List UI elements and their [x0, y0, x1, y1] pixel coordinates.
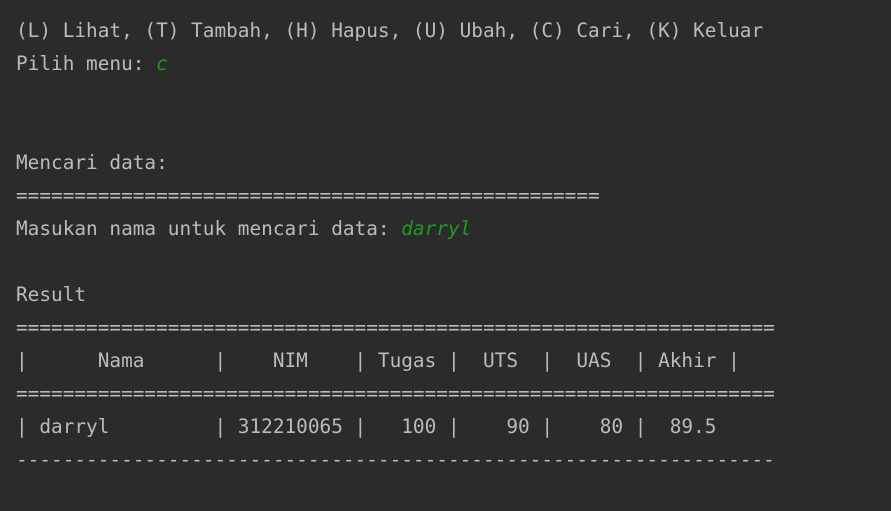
menu-prompt-line: Pilih menu: c — [16, 47, 891, 80]
table-header-separator: ========================================… — [16, 382, 775, 405]
table-top-separator: ========================================… — [16, 316, 775, 339]
search-prompt-text: Masukan nama untuk mencari data: — [16, 217, 402, 240]
table-row: | darryl | 312210065 | 100 | 90 | 80 | 8… — [16, 415, 717, 438]
search-separator: ========================================… — [16, 184, 600, 207]
menu-prompt-text: Pilih menu: — [16, 52, 157, 75]
menu-user-input: c — [156, 52, 168, 75]
search-heading: Mencari data: — [16, 151, 168, 174]
search-user-input: darryl — [401, 217, 472, 240]
run-console-output: (L) Lihat, (T) Tambah, (H) Hapus, (U) Ub… — [0, 0, 891, 511]
table-bottom-separator: ----------------------------------------… — [16, 448, 775, 471]
menu-options-line: (L) Lihat, (T) Tambah, (H) Hapus, (U) Ub… — [16, 19, 764, 42]
search-prompt-line: Masukan nama untuk mencari data: darryl — [16, 212, 891, 245]
result-heading: Result — [16, 283, 87, 306]
table-header-row: | Nama | NIM | Tugas | UTS | UAS | Akhir… — [16, 349, 740, 372]
